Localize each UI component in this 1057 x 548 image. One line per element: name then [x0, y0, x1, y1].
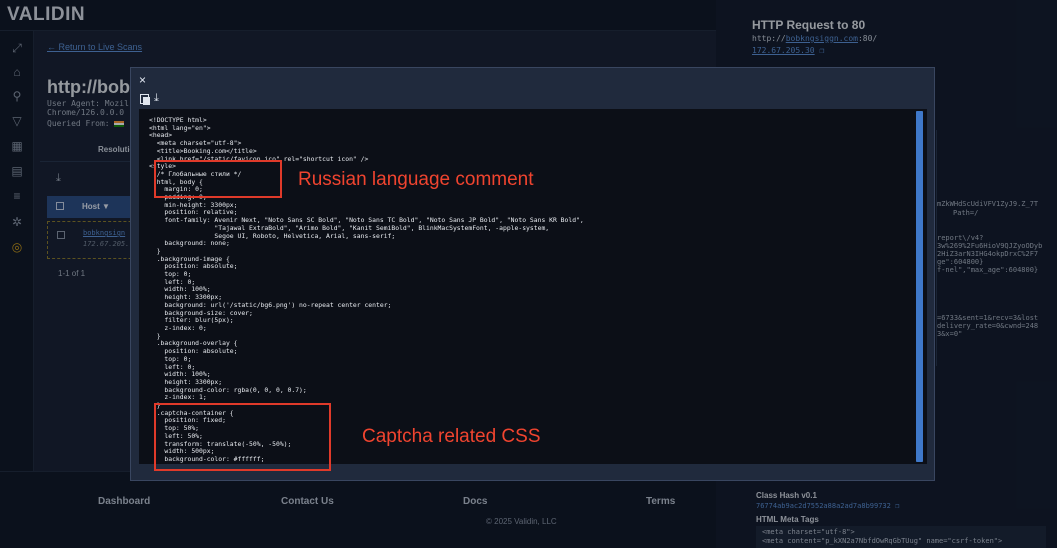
russian-comment-highlight-box: [154, 160, 282, 198]
code-line: z-index: 1;: [149, 393, 207, 402]
captcha-css-annotation: Captcha related CSS: [362, 426, 541, 447]
scrollbar[interactable]: [916, 111, 923, 462]
code-line: top: 0;: [149, 354, 192, 363]
captcha-css-highlight-box: [154, 403, 331, 471]
code-line: left: 0;: [149, 362, 196, 371]
copy-icon[interactable]: [140, 94, 150, 105]
scrollbar-thumb[interactable]: [916, 111, 923, 462]
code-line: background: none;: [149, 239, 230, 248]
code-line: background-color: rgba(0, 0, 0, 0.7);: [149, 385, 307, 394]
code-line: left: 0;: [149, 277, 196, 286]
code-line: <html lang="en">: [149, 123, 211, 132]
download-icon[interactable]: ⤓: [154, 92, 159, 105]
code-line: <!DOCTYPE html>: [149, 116, 207, 124]
code-line: top: 0;: [149, 270, 192, 279]
close-icon[interactable]: ×: [139, 73, 146, 87]
code-line: z-index: 0;: [149, 323, 207, 332]
russian-comment-annotation: Russian language comment: [298, 169, 534, 190]
code-line: filter: blur(5px);: [149, 316, 234, 325]
code-line: position: absolute;: [149, 347, 238, 356]
code-line: position: absolute;: [149, 262, 238, 271]
